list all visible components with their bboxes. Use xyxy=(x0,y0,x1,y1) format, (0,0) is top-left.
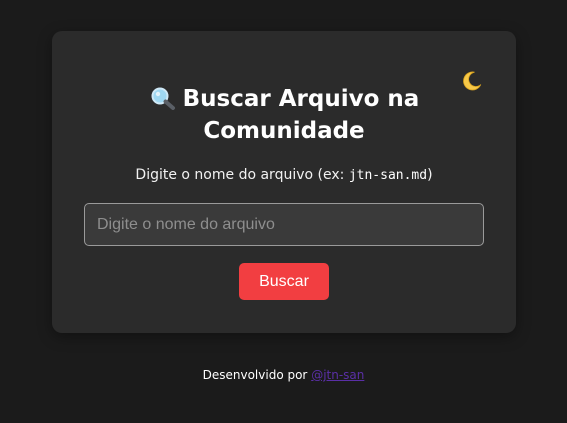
search-button[interactable]: Buscar xyxy=(239,263,329,300)
title-text: Buscar Arquivo na Comunidade xyxy=(182,86,420,144)
filename-input[interactable] xyxy=(84,203,484,246)
search-icon xyxy=(149,86,177,110)
page-title: Buscar Arquivo na Comunidade xyxy=(52,83,516,147)
footer-prefix: Desenvolvido por xyxy=(202,368,312,382)
search-card: Buscar Arquivo na Comunidade Digite o no… xyxy=(52,31,516,333)
footer: Desenvolvido por @jtn-san xyxy=(0,366,567,384)
example-filename: jtn-san.md xyxy=(348,168,428,183)
instruction-text: Digite o nome do arquivo (ex: jtn-san.md… xyxy=(135,167,433,183)
author-link[interactable]: @jtn-san xyxy=(311,368,364,382)
